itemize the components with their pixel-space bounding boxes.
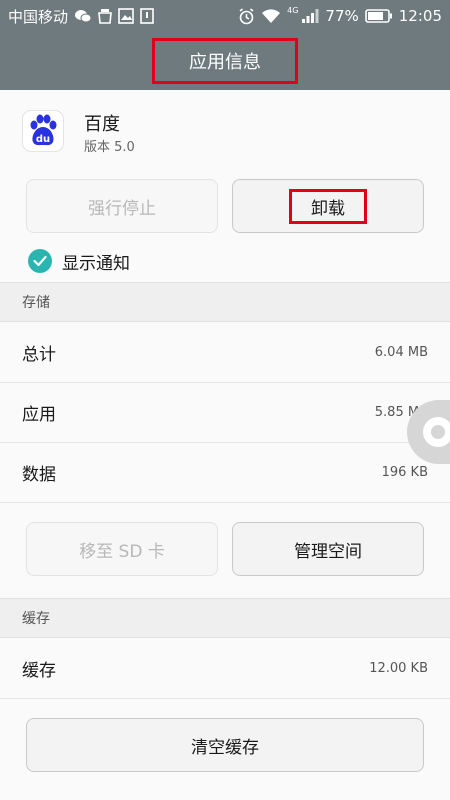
alarm-clock-icon [238,7,255,25]
cache-value: 12.00 KB [369,661,428,676]
storage-total-label: 总计 [22,345,56,365]
uninstall-button[interactable]: 卸载 [232,179,424,233]
app-info-content: du 百度 版本 5.0 强行停止 卸载 显示通知 存储 总计 6.04 MB … [0,90,450,800]
assist-ball-icon [423,417,450,447]
sim-icon [140,8,154,24]
storage-row-app: 应用 5.85 MB [0,383,450,443]
app-version: 版本 5.0 [84,140,135,155]
image-icon [118,8,134,24]
checkmark-icon[interactable] [28,249,52,273]
storage-data-value: 196 KB [381,465,428,480]
storage-row-data: 数据 196 KB [0,443,450,503]
app-header: du 百度 版本 5.0 [0,90,450,175]
page-title: 应用信息 [152,38,298,84]
signal-icon [301,8,319,24]
status-left: 中国移动 [8,6,154,27]
storage-app-label: 应用 [22,405,56,425]
wifi-icon [261,8,281,24]
baidu-icon-text: du [36,134,50,145]
cache-row: 缓存 12.00 KB [0,639,450,699]
carrier-name: 中国移动 [8,7,69,26]
cache-label: 缓存 [22,661,56,681]
storage-total-value: 6.04 MB [374,345,428,360]
cache-section-header: 缓存 [0,598,450,638]
manage-space-button[interactable]: 管理空间 [232,522,424,576]
move-to-sd-button[interactable]: 移至 SD 卡 [26,522,218,576]
clear-cache-button[interactable]: 清空缓存 [26,718,424,772]
status-right: 4G 77% 12:05 [238,5,442,25]
storage-row-total: 总计 6.04 MB [0,323,450,383]
app-name: 百度 [84,114,120,135]
force-stop-button[interactable]: 强行停止 [26,179,218,233]
clock-time: 12:05 [398,7,442,25]
battery-percent: 77% [325,7,359,25]
storage-data-label: 数据 [22,465,56,485]
uninstall-button-label: 卸载 [289,188,367,224]
show-notifications-toggle[interactable]: 显示通知 [28,248,130,274]
show-notifications-label: 显示通知 [62,253,130,274]
storage-clean-icon [98,8,112,24]
wechat-icon [74,9,92,23]
battery-icon [364,9,393,23]
title-bar: 应用信息 [0,32,450,90]
network-type-label: 4G [287,5,299,15]
storage-section-header: 存储 [0,282,450,322]
baidu-app-icon: du [22,110,64,152]
status-bar: 中国移动 4G 77% 12:05 [0,0,450,32]
